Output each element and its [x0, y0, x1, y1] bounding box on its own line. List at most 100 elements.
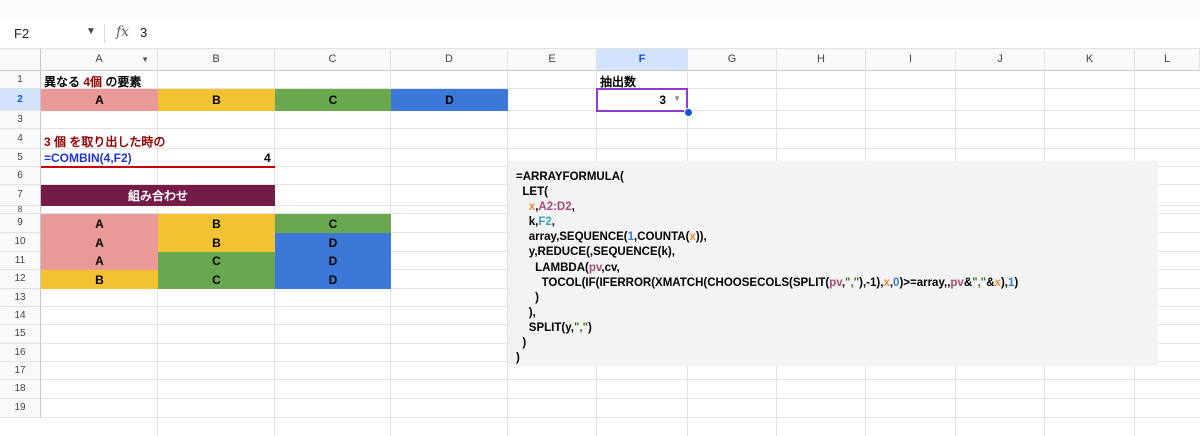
row-header[interactable]: 6: [0, 167, 41, 185]
cell-a11[interactable]: A: [41, 252, 158, 270]
row-header[interactable]: 10: [0, 233, 41, 252]
name-box[interactable]: F2 ▼: [0, 18, 104, 48]
cell-c11[interactable]: D: [275, 252, 391, 270]
formula-token: ",": [845, 276, 860, 289]
row-header[interactable]: 8: [0, 206, 41, 214]
formula-token: ,cv,: [601, 261, 620, 274]
cell-d2[interactable]: D: [391, 89, 508, 111]
cell-b9[interactable]: B: [158, 214, 275, 233]
formula-line: ): [516, 352, 520, 365]
formula-token: &: [963, 276, 973, 289]
formula-token: ,: [571, 201, 575, 214]
cell-b2[interactable]: B: [158, 89, 275, 111]
formula-line: ): [522, 337, 527, 350]
cell-a9[interactable]: A: [41, 214, 158, 233]
formula-token: ",": [972, 276, 987, 289]
formula-token: ",": [573, 321, 589, 334]
cell-a1[interactable]: 異なる 4個 の要素: [44, 73, 141, 90]
cell-text: の要素: [105, 75, 142, 89]
formula-token: ),-1),: [859, 276, 884, 289]
cell-a5[interactable]: =COMBIN(4,F2): [44, 151, 132, 165]
column-header-b[interactable]: B: [158, 49, 275, 71]
grid-line: [41, 398, 1200, 399]
cell-a4[interactable]: 3 個 を取り出した時の: [44, 133, 165, 150]
column-header-g[interactable]: G: [688, 49, 777, 71]
formula-token: A2:D2: [538, 201, 572, 214]
column-header-d[interactable]: D: [391, 49, 508, 71]
divider: [104, 24, 105, 43]
cell-a2[interactable]: A: [41, 89, 158, 111]
fill-handle[interactable]: [684, 108, 693, 117]
cell-text: 4個: [83, 75, 103, 89]
column-header-j[interactable]: J: [956, 49, 1045, 71]
row-header[interactable]: 5: [0, 149, 41, 167]
grid-line: [41, 379, 1200, 380]
select-all-corner[interactable]: [0, 49, 41, 71]
chevron-down-icon[interactable]: ▼: [86, 26, 96, 37]
row-header[interactable]: 1: [0, 71, 41, 89]
fx-icon: fx: [116, 24, 130, 40]
cell-f2[interactable]: 3 ▼: [596, 88, 688, 112]
cell-c10[interactable]: D: [275, 233, 391, 252]
row-header[interactable]: 3: [0, 111, 41, 129]
column-header-e[interactable]: E: [508, 49, 597, 71]
chevron-down-icon[interactable]: ▼: [673, 94, 681, 103]
formula-line: ),: [528, 306, 536, 319]
row-header[interactable]: 2: [0, 89, 41, 111]
cell-c2[interactable]: C: [275, 89, 391, 111]
row-header[interactable]: 18: [0, 380, 41, 399]
formula-code: =ARRAYFORMULA( LET( x,A2:D2, k,F2, array…: [508, 161, 1158, 366]
formula-token: ): [1014, 276, 1019, 289]
cell-a10[interactable]: A: [41, 233, 158, 252]
cell-c12[interactable]: D: [275, 270, 391, 289]
column-header-k[interactable]: K: [1045, 49, 1135, 71]
cell-c9[interactable]: C: [275, 214, 391, 233]
cell-b12[interactable]: C: [158, 270, 275, 289]
formula-token: )),: [695, 231, 707, 244]
grid-line: [41, 128, 1200, 129]
column-header-a[interactable]: A ▼: [41, 49, 158, 71]
formula-line: y,REDUCE(,SEQUENCE(k),: [528, 246, 675, 259]
cell-a7-merged[interactable]: 組み合わせ: [41, 185, 275, 206]
row-header[interactable]: 14: [0, 307, 41, 325]
row-header[interactable]: 9: [0, 214, 41, 233]
formula-token: ): [588, 321, 592, 334]
row-header[interactable]: 17: [0, 362, 41, 380]
row-header[interactable]: 11: [0, 252, 41, 270]
column-header-l[interactable]: L: [1135, 49, 1200, 71]
cell-c5[interactable]: 4: [264, 151, 271, 165]
grid-line: [41, 417, 1200, 418]
row-header[interactable]: 7: [0, 185, 41, 206]
formula-input[interactable]: 3: [140, 25, 147, 40]
formula-token: pv: [829, 276, 842, 289]
column-filter-icon[interactable]: ▼: [141, 49, 149, 70]
formula-token: F2: [538, 216, 552, 229]
column-header-h[interactable]: H: [777, 49, 866, 71]
cell-a12[interactable]: B: [41, 270, 158, 289]
column-header-f[interactable]: F: [597, 49, 688, 71]
formula-bar: F2 ▼ fx 3: [0, 18, 1200, 49]
row-header[interactable]: 19: [0, 399, 41, 418]
row-header[interactable]: 12: [0, 270, 41, 289]
formula-token: array,SEQUENCE(: [528, 231, 628, 244]
grid-line: [41, 148, 1200, 149]
formula-token: LAMBDA(: [535, 261, 589, 274]
row-header[interactable]: 4: [0, 129, 41, 149]
cell-b11[interactable]: C: [158, 252, 275, 270]
name-box-value: F2: [14, 26, 30, 41]
formula-line: ): [535, 291, 540, 304]
dropdown-value: 3: [659, 93, 666, 107]
row-header[interactable]: 16: [0, 344, 41, 362]
formula-token: )>=array,,: [899, 276, 951, 289]
formula-token: ,COUNTA(: [634, 231, 690, 244]
formula-token: TOCOL(IF(IFERROR(XMATCH(CHOOSECOLS(SPLIT…: [541, 276, 830, 289]
column-header-i[interactable]: I: [866, 49, 956, 71]
row-header[interactable]: 13: [0, 289, 41, 307]
cell-b10[interactable]: B: [158, 233, 275, 252]
formula-text-box: =ARRAYFORMULA( LET( x,A2:D2, k,F2, array…: [508, 161, 1158, 366]
formula-token: pv: [950, 276, 964, 289]
row-header[interactable]: 15: [0, 325, 41, 344]
border-line: [41, 166, 275, 168]
formula-token: pv: [588, 261, 602, 274]
column-header-c[interactable]: C: [275, 49, 391, 71]
